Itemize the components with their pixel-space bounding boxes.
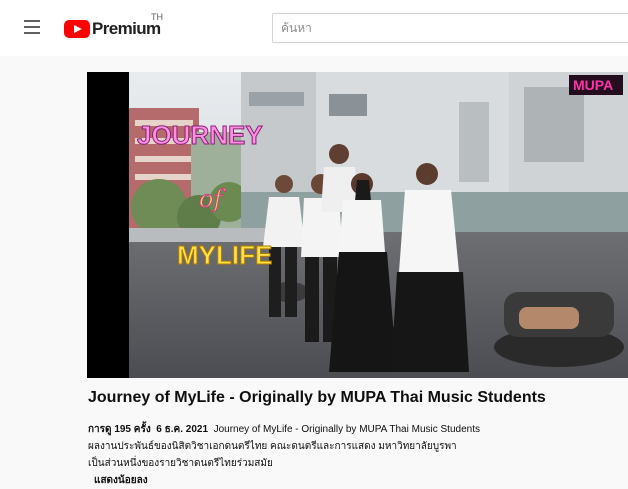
video-meta: การดู 195 ครั้ง 6 ธ.ค. 2021 Journey of M… bbox=[88, 422, 480, 437]
top-bar: Premium TH bbox=[0, 0, 628, 56]
view-count: การดู 195 ครั้ง bbox=[88, 424, 151, 435]
video-player[interactable]: JOURNEY of MYLIFE MUPA bbox=[87, 72, 628, 378]
description-line-3: เป็นส่วนหนึ่งของรายวิชาดนตรีไทยร่วมสมัย bbox=[88, 458, 273, 469]
thumb-title-mid: of bbox=[199, 185, 226, 213]
thumb-title-bottom: MYLIFE bbox=[177, 240, 272, 270]
show-less-button[interactable]: แสดงน้อยลง bbox=[94, 473, 148, 488]
search-input[interactable] bbox=[272, 13, 628, 43]
video-thumbnail: JOURNEY of MYLIFE MUPA bbox=[129, 72, 628, 378]
menu-icon[interactable] bbox=[22, 18, 44, 36]
logo-text: Premium bbox=[92, 19, 161, 38]
thumb-title-top: JOURNEY bbox=[137, 120, 263, 150]
description-line-1: Journey of MyLife - Originally by MUPA T… bbox=[213, 424, 480, 435]
region-code: TH bbox=[151, 12, 163, 22]
youtube-play-icon bbox=[64, 20, 90, 38]
video-title: Journey of MyLife - Originally by MUPA T… bbox=[88, 389, 546, 406]
description-line-2: ผลงานประพันธ์ของนิสิตวิชาเอกดนตรีไทย คณะ… bbox=[88, 441, 457, 452]
upload-date: 6 ธ.ค. 2021 bbox=[156, 424, 209, 435]
channel-badge: MUPA bbox=[573, 77, 613, 93]
youtube-premium-logo[interactable]: Premium bbox=[64, 18, 161, 40]
